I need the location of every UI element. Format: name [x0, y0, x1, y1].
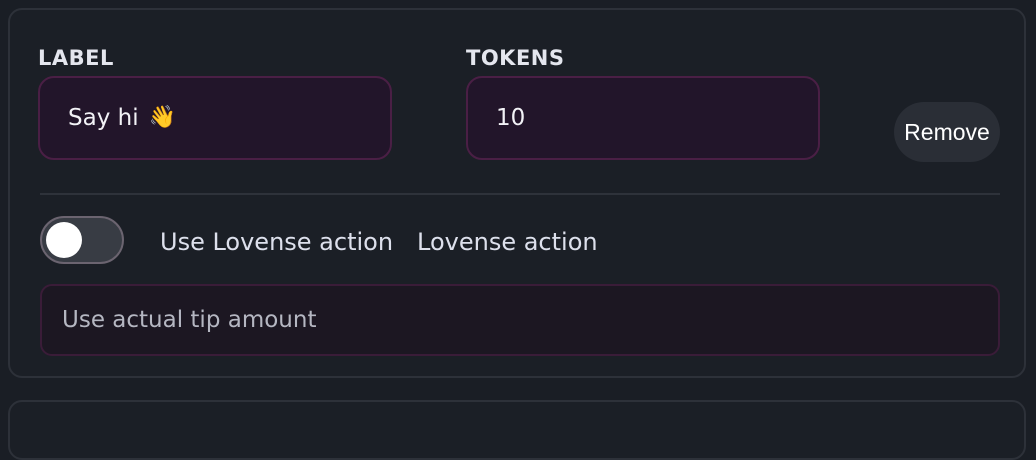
tokens-heading: TOKENS	[466, 46, 565, 70]
label-input-value: Say hi	[68, 105, 139, 131]
lovense-action-label: Lovense action	[417, 228, 598, 256]
toggle-knob	[46, 222, 82, 258]
divider	[40, 193, 1000, 195]
use-lovense-action-label: Use Lovense action	[160, 228, 394, 256]
remove-button[interactable]: Remove	[894, 102, 1000, 162]
label-input[interactable]: Say hi 👋	[38, 76, 392, 160]
lovense-action-toggle[interactable]	[40, 216, 124, 264]
next-item-card	[8, 400, 1026, 460]
tokens-input[interactable]: 10	[466, 76, 820, 160]
tip-amount-field[interactable]: Use actual tip amount	[40, 284, 1000, 356]
waving-hand-icon: 👋	[148, 105, 176, 130]
tokens-input-value: 10	[496, 105, 526, 131]
tip-menu-item-card: LABEL Say hi 👋 TOKENS 10 Remove Use Love…	[8, 8, 1026, 378]
label-heading: LABEL	[38, 46, 114, 70]
